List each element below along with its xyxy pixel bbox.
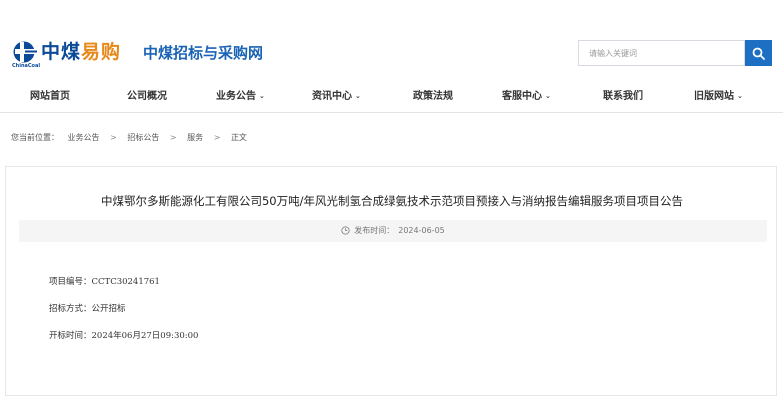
search-button[interactable] [745,40,772,66]
article-title: 中煤鄂尔多斯能源化工有限公司50万吨/年风光制氢合成绿氨技术示范项目预接入与消纳… [100,194,683,208]
site-name: 中煤招标与采购网 [143,44,264,62]
nav-item-old-site[interactable]: 旧版网站 ⌄ [694,80,743,113]
search-icon [752,47,765,60]
nav-item-label: 资讯中心 [312,91,352,102]
article-meta: 发布时间： 2024-06-05 [19,220,767,242]
published-label: 发布时间： [354,226,395,235]
field-label: 项目编号： [49,277,92,287]
field-value: 2024年06月27日09:30:00 [91,331,199,341]
china-coal-logo-icon[interactable] [12,40,38,64]
brand-accent: 易购 [81,41,122,63]
nav-item-label: 旧版网站 [694,91,734,102]
chevron-down-icon: ⌄ [355,92,361,100]
nav-item-contact[interactable]: 联系我们 [603,80,643,113]
chevron-down-icon: ⌄ [737,92,743,100]
breadcrumb-item-service[interactable]: 服务 [187,133,203,142]
site-header: 中煤易购 ChinaCoal 中煤招标与采购网 [0,0,783,80]
chevron-down-icon: ⌄ [259,92,265,100]
main-nav: 网站首页 公司概况 业务公告 ⌄ 资讯中心 ⌄ 政策法规 客服中心 ⌄ 联系我们 旧版… [0,80,783,113]
brand-logo-text[interactable]: 中煤易购 [41,40,121,64]
brand-main: 中煤 [41,41,82,63]
field-value: CCTC30241761 [91,277,160,287]
nav-item-label: 联系我们 [603,91,643,102]
breadcrumb-separator: > [213,133,221,142]
nav-item-service[interactable]: 客服中心 ⌄ [502,80,551,113]
published-date: 2024-06-05 [398,226,445,235]
breadcrumb-item-announcements[interactable]: 业务公告 [68,133,100,142]
breadcrumb-prefix: 您当前位置： [11,133,59,142]
nav-item-label: 客服中心 [502,91,542,102]
field-project-number: 项目编号：CCTC30241761 [49,276,160,288]
nav-item-label: 网站首页 [30,91,70,102]
nav-item-policies[interactable]: 政策法规 [413,80,453,113]
breadcrumb-item-current: 正文 [230,133,247,142]
nav-item-company[interactable]: 公司概况 [127,80,167,113]
field-label: 招标方式： [49,304,92,314]
nav-item-label: 政策法规 [413,91,453,102]
field-tender-method: 招标方式：公开招标 [49,303,126,315]
nav-item-news[interactable]: 资讯中心 ⌄ [312,80,361,113]
article-card: 中煤鄂尔多斯能源化工有限公司50万吨/年风光制氢合成绿氨技术示范项目预接入与消纳… [5,166,777,396]
chevron-down-icon: ⌄ [545,92,551,100]
brand-sub: ChinaCoal [12,63,41,69]
field-value: 公开招标 [91,304,126,314]
search-box [578,40,745,66]
breadcrumb-separator: > [110,133,117,142]
search-input[interactable] [579,41,739,66]
breadcrumb-separator: > [169,133,177,142]
breadcrumb: 您当前位置： 业务公告 > 招标公告 > 服务 > 正文 [11,132,247,144]
nav-item-label: 公司概况 [127,91,167,102]
nav-item-home[interactable]: 网站首页 [30,80,70,113]
nav-item-label: 业务公告 [216,91,256,102]
breadcrumb-item-tender[interactable]: 招标公告 [127,133,159,142]
field-opening-time: 开标时间：2024年06月27日09:30:00 [49,330,198,342]
clock-icon [341,226,350,235]
nav-item-announcements[interactable]: 业务公告 ⌄ [216,80,265,113]
field-label: 开标时间： [49,331,92,341]
